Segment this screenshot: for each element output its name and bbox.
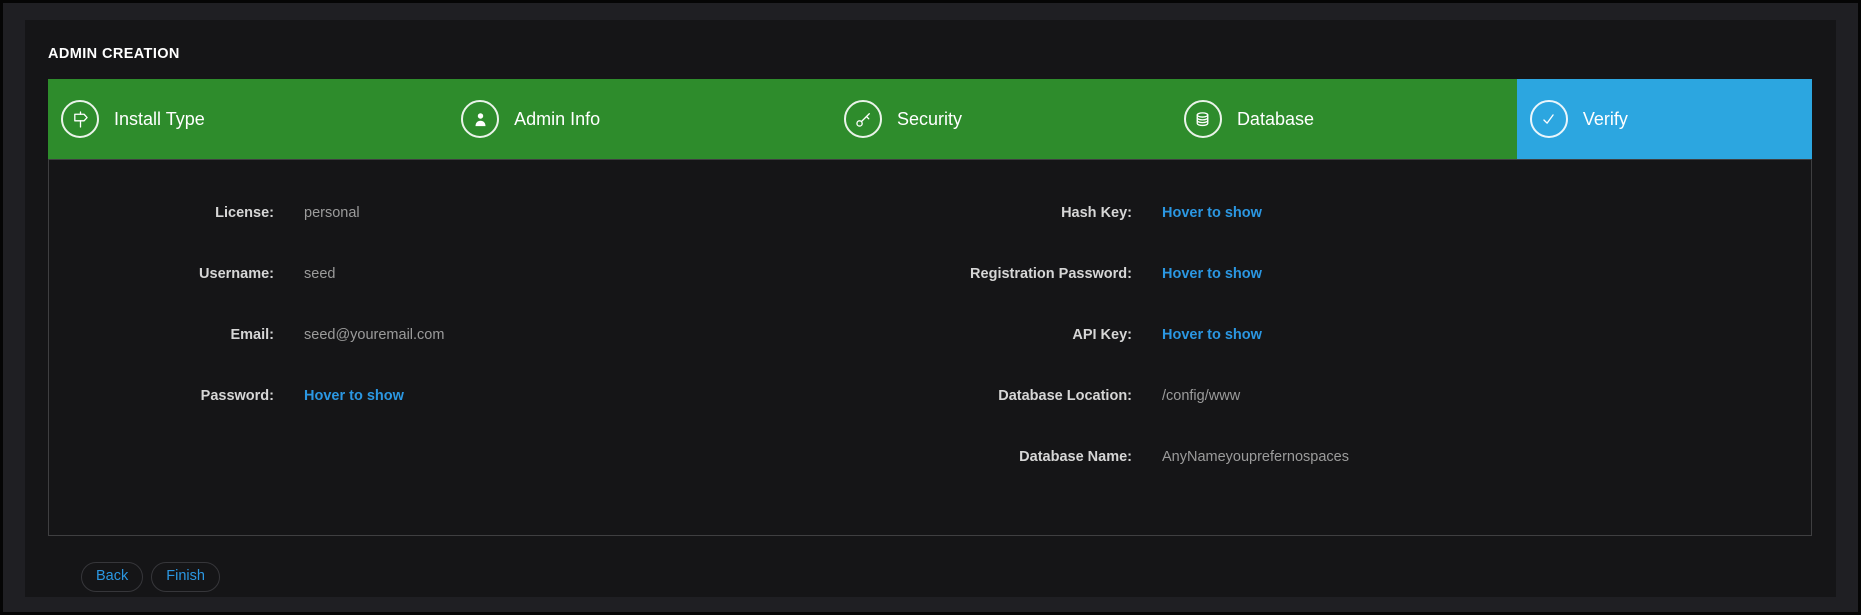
username-label: Username: <box>49 266 274 282</box>
password-label: Password: <box>49 388 274 404</box>
database-name-label: Database Name: <box>930 449 1132 465</box>
email-row: Email: seed@youremail.com <box>49 304 930 365</box>
email-value: seed@youremail.com <box>304 327 444 343</box>
registration-password-label: Registration Password: <box>930 266 1132 282</box>
back-button[interactable]: Back <box>81 562 143 592</box>
step-database[interactable]: Database <box>1171 79 1517 159</box>
step-label: Security <box>897 109 962 130</box>
license-value: personal <box>304 205 360 221</box>
database-location-label: Database Location: <box>930 388 1132 404</box>
registration-password-row: Registration Password: Hover to show <box>930 243 1811 304</box>
verify-left-column: License: personal Username: seed Email: … <box>49 160 930 426</box>
step-label: Install Type <box>114 109 205 130</box>
signpost-icon <box>61 100 99 138</box>
database-location-row: Database Location: /config/www <box>930 365 1811 426</box>
step-verify[interactable]: Verify <box>1517 79 1812 159</box>
wizard-step-bar: Install Type Admin Info <box>48 79 1812 159</box>
user-icon <box>461 100 499 138</box>
hash-key-reveal-link[interactable]: Hover to show <box>1162 205 1262 221</box>
wizard-actions: Back Finish <box>81 562 1812 592</box>
password-reveal-link[interactable]: Hover to show <box>304 388 404 404</box>
database-icon <box>1184 100 1222 138</box>
license-label: License: <box>49 205 274 221</box>
license-row: License: personal <box>49 182 930 243</box>
verify-summary-panel: License: personal Username: seed Email: … <box>48 159 1812 536</box>
admin-creation-panel: ADMIN CREATION Install Type <box>25 20 1836 597</box>
page-title: ADMIN CREATION <box>48 46 1812 62</box>
api-key-reveal-link[interactable]: Hover to show <box>1162 327 1262 343</box>
app-window: ADMIN CREATION Install Type <box>0 0 1861 615</box>
hash-key-row: Hash Key: Hover to show <box>930 182 1811 243</box>
step-label: Admin Info <box>514 109 600 130</box>
api-key-row: API Key: Hover to show <box>930 304 1811 365</box>
step-security[interactable]: Security <box>831 79 1171 159</box>
step-admin-info[interactable]: Admin Info <box>448 79 831 159</box>
database-location-value: /config/www <box>1162 388 1240 404</box>
registration-password-reveal-link[interactable]: Hover to show <box>1162 266 1262 282</box>
database-name-row: Database Name: AnyNameyouprefernospaces <box>930 426 1811 487</box>
step-install-type[interactable]: Install Type <box>48 79 448 159</box>
password-row: Password: Hover to show <box>49 365 930 426</box>
database-name-value: AnyNameyouprefernospaces <box>1162 449 1349 465</box>
step-label: Database <box>1237 109 1314 130</box>
api-key-label: API Key: <box>930 327 1132 343</box>
email-label: Email: <box>49 327 274 343</box>
username-value: seed <box>304 266 335 282</box>
step-label: Verify <box>1583 109 1628 130</box>
finish-button[interactable]: Finish <box>151 562 220 592</box>
check-icon <box>1530 100 1568 138</box>
key-icon <box>844 100 882 138</box>
username-row: Username: seed <box>49 243 930 304</box>
verify-right-column: Hash Key: Hover to show Registration Pas… <box>930 160 1811 487</box>
hash-key-label: Hash Key: <box>930 205 1132 221</box>
